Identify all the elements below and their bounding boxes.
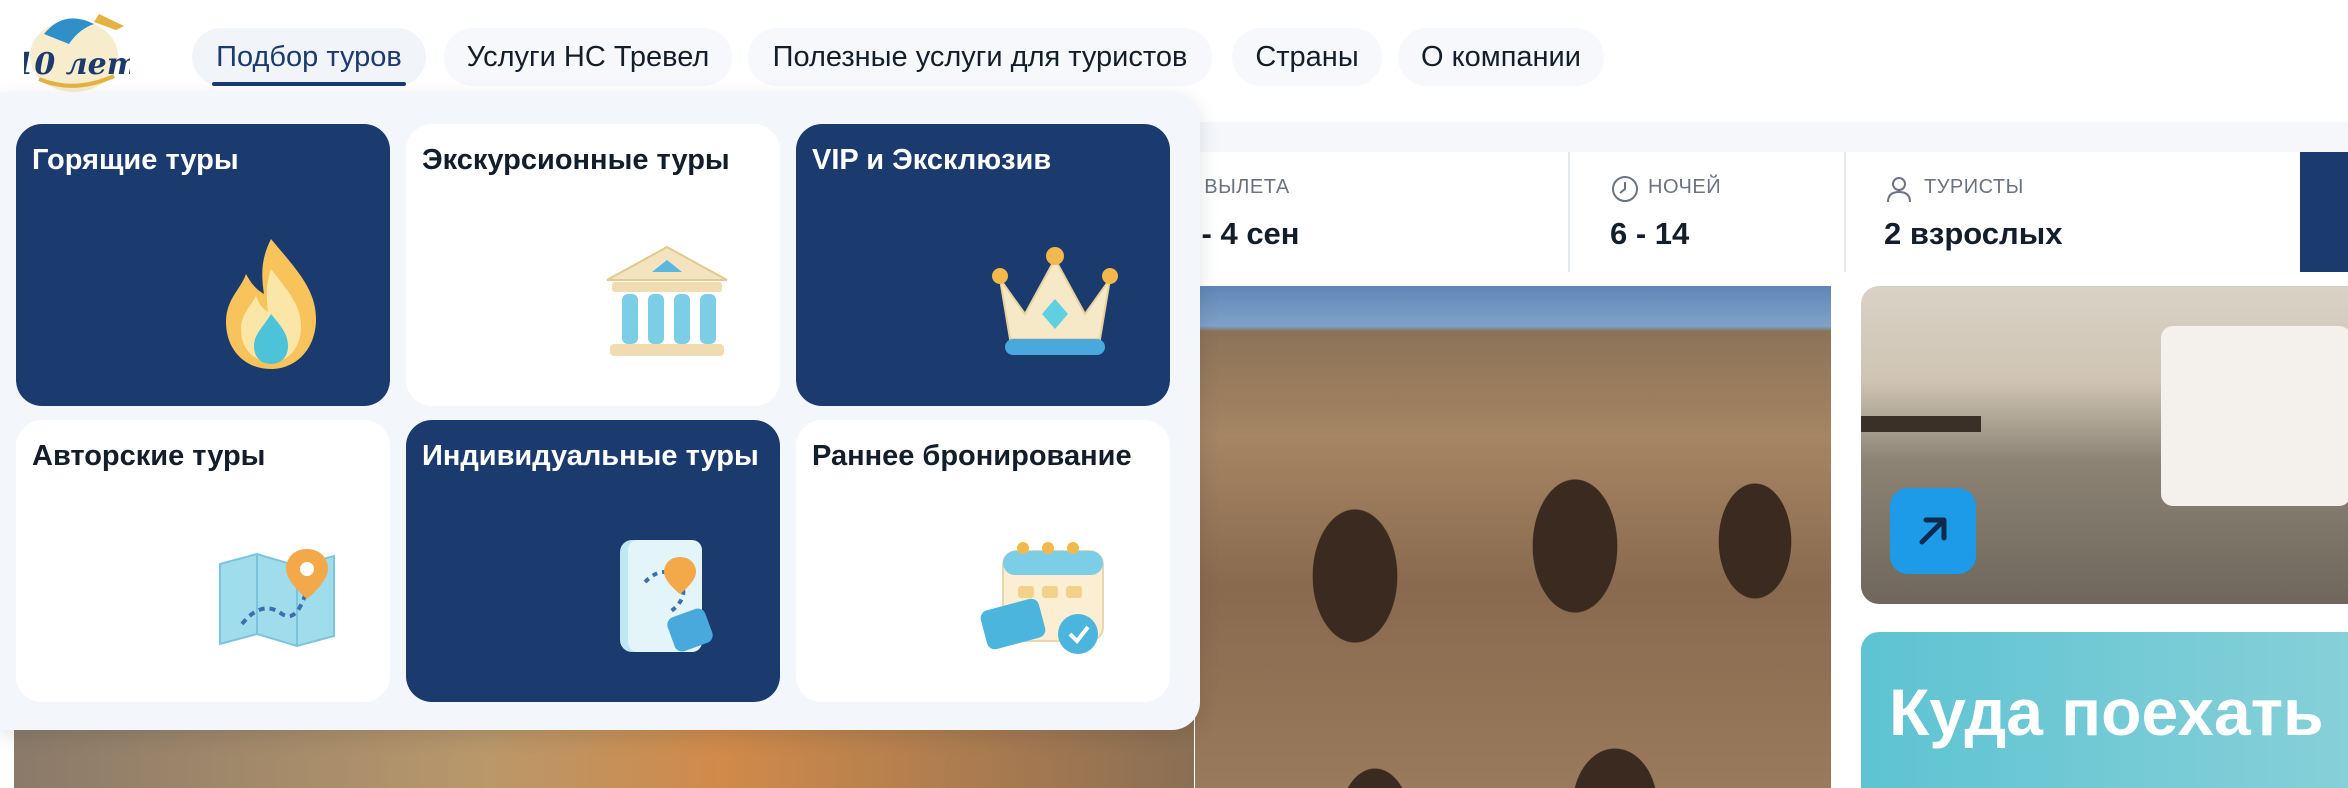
clock-icon <box>1612 176 1638 202</box>
nav-countries[interactable]: Страны <box>1232 28 1382 86</box>
menu-card-early-booking[interactable]: Раннее бронирование <box>796 420 1170 702</box>
nav-services[interactable]: Услуги НС Тревел <box>444 28 732 86</box>
arrow-up-right-button[interactable] <box>1890 488 1976 574</box>
nights-label: НОЧЕЙ <box>1648 176 1722 198</box>
search-form: Ы ВЫЛЕТА г - 4 сен НОЧЕЙ 6 - 14 ТУРИСТЫ … <box>1180 152 2348 272</box>
tour-selection-dropdown: Горящие туры Экскурсионные туры VIP и Эк… <box>0 92 1200 730</box>
tourists-value: 2 взрослых <box>1884 216 2063 251</box>
menu-card-vip-exclusive[interactable]: VIP и Эксклюзив <box>796 124 1170 406</box>
menu-card-excursion-tours[interactable]: Экскурсионные туры <box>406 124 780 406</box>
hotel-bed-shape <box>2161 326 2348 506</box>
nav-label: Услуги НС Тревел <box>466 41 710 73</box>
promo-title: Куда поехать <box>1889 675 2324 749</box>
card-title: Авторские туры <box>32 440 266 472</box>
card-title: Горящие туры <box>32 144 239 176</box>
user-icon <box>1887 177 1911 203</box>
tourists-field[interactable]: ТУРИСТЫ 2 взрослых <box>1846 152 2286 272</box>
museum-icon <box>606 245 728 356</box>
card-title: Экскурсионные туры <box>422 144 730 176</box>
dates-field[interactable]: Ы ВЫЛЕТА г - 4 сен <box>1180 152 1568 272</box>
passport-icon <box>620 540 713 652</box>
promo-banner[interactable]: Куда поехать <box>1861 632 2348 788</box>
map-icon <box>219 549 335 648</box>
card-title: Индивидуальные туры <box>422 440 759 472</box>
calendar-icon <box>980 542 1104 654</box>
hero-image-bukhara <box>1195 286 1831 788</box>
menu-card-author-tours[interactable]: Авторские туры <box>16 420 390 702</box>
nav-label: Полезные услуги для туристов <box>772 41 1188 73</box>
fire-icon <box>226 239 316 369</box>
nav-label: О компании <box>1421 41 1581 73</box>
anniversary-logo-icon: 10 лет <box>14 14 138 92</box>
card-title: VIP и Эксклюзив <box>812 144 1052 176</box>
nav-label: Страны <box>1255 41 1359 73</box>
nav-about[interactable]: О компании <box>1398 28 1604 86</box>
nav-tour-selection[interactable]: Подбор туров <box>192 28 426 86</box>
logo[interactable]: 10 лет <box>14 4 138 96</box>
arrow-up-right-icon <box>1919 517 1947 545</box>
nav-tourist-services[interactable]: Полезные услуги для туристов <box>748 28 1212 86</box>
crown-icon <box>992 247 1118 355</box>
nav-label: Подбор туров <box>216 41 402 73</box>
card-title: Раннее бронирование <box>812 440 1132 472</box>
menu-card-individual-tours[interactable]: Индивидуальные туры <box>406 420 780 702</box>
nights-field[interactable]: НОЧЕЙ 6 - 14 <box>1570 152 1844 272</box>
nights-value: 6 - 14 <box>1610 216 1690 251</box>
menu-card-hot-tours[interactable]: Горящие туры <box>16 124 390 406</box>
hotel-desk-shape <box>1861 416 1981 432</box>
nav-active-indicator <box>212 82 406 86</box>
search-button[interactable] <box>2300 152 2348 272</box>
tourists-label: ТУРИСТЫ <box>1924 176 2024 198</box>
